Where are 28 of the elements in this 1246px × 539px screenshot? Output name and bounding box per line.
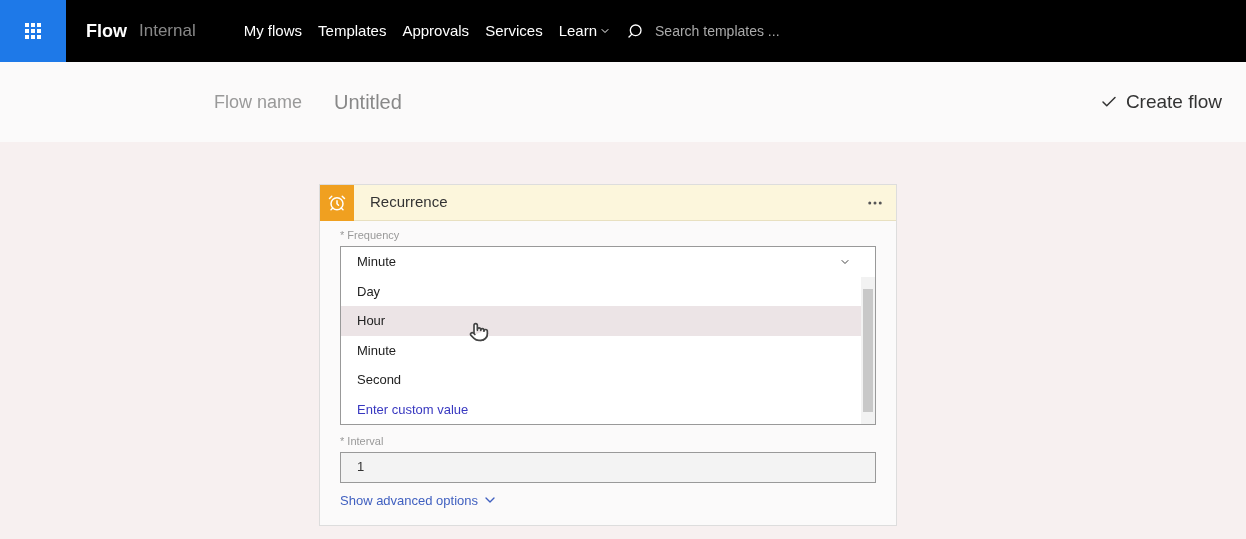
app-launcher-button[interactable] <box>0 0 66 62</box>
search-field[interactable]: Search templates ... <box>627 20 848 42</box>
card-header[interactable]: Recurrence <box>320 185 896 221</box>
dropdown-option[interactable]: Second <box>341 365 861 395</box>
nav-link[interactable]: Templates <box>318 19 387 43</box>
dropdown-option[interactable]: Enter custom value <box>341 394 861 424</box>
interval-label: * Interval <box>340 434 385 449</box>
advanced-options-link[interactable]: Show advanced options <box>340 490 499 510</box>
frequency-value: Minute <box>357 252 397 271</box>
frequency-dropdown[interactable]: Minute Day Hour Minute Second Enter custom value <box>340 245 876 425</box>
brand-name[interactable]: Flow <box>86 17 127 45</box>
dropdown-option[interactable]: Hour <box>341 306 861 336</box>
nav-link[interactable]: Approvals <box>402 19 470 43</box>
dropdown-option[interactable]: Day <box>341 276 861 306</box>
scrollbar[interactable] <box>861 276 875 424</box>
search-icon <box>627 23 644 39</box>
grid-icon <box>25 23 41 39</box>
hand-cursor-icon <box>469 321 489 342</box>
environment-label: Internal <box>139 20 196 43</box>
create-flow-button[interactable]: Create flow <box>1099 87 1222 117</box>
card-title: Recurrence <box>370 192 448 213</box>
dropdown-option[interactable]: Minute <box>341 335 861 365</box>
flow-name-label: Flow name <box>214 90 303 114</box>
nav-link[interactable]: Learn <box>558 19 612 43</box>
interval-field[interactable]: 1 <box>340 451 876 483</box>
nav-link[interactable]: Services <box>485 19 543 43</box>
frequency-label: * Frequency <box>340 228 401 243</box>
nav-link[interactable]: My flows <box>243 19 303 43</box>
